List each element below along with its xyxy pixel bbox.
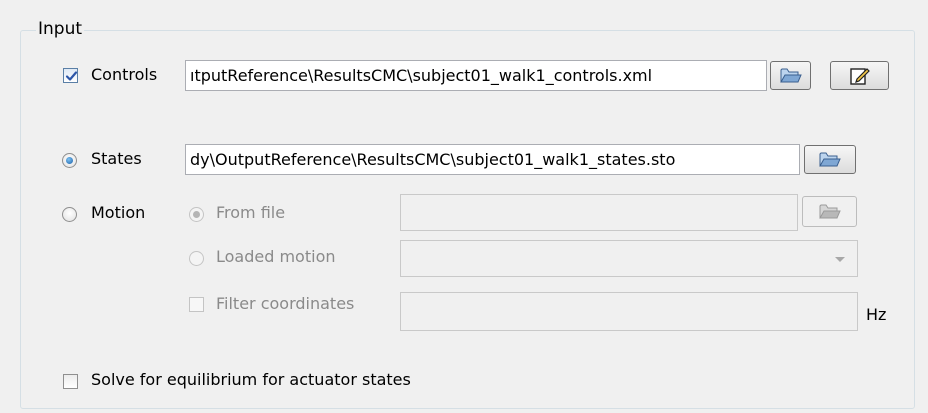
controls-checkbox[interactable] (63, 68, 78, 83)
folder-open-icon (818, 204, 841, 219)
controls-file-path: ıtputReference\ResultsCMC\subject01_walk… (190, 66, 653, 85)
equilibrium-checkbox[interactable] (63, 374, 78, 389)
states-file-path: dy\OutputReference\ResultsCMC\subject01_… (190, 150, 676, 169)
states-file-field[interactable]: dy\OutputReference\ResultsCMC\subject01_… (185, 144, 800, 175)
from-file-radio[interactable] (189, 207, 204, 222)
loaded-motion-select[interactable] (400, 240, 858, 277)
states-browse-button[interactable] (804, 145, 856, 174)
folder-open-icon (819, 152, 841, 167)
controls-browse-button[interactable] (770, 61, 811, 90)
motion-radio[interactable] (62, 207, 77, 222)
controls-file-field[interactable]: ıtputReference\ResultsCMC\subject01_walk… (185, 60, 767, 91)
loaded-motion-label: Loaded motion (216, 247, 336, 266)
chevron-down-icon (835, 257, 845, 262)
folder-open-icon (779, 68, 802, 83)
controls-edit-button[interactable] (830, 61, 889, 90)
controls-label: Controls (91, 65, 158, 84)
filter-frequency-field[interactable] (400, 292, 858, 331)
states-radio[interactable] (62, 153, 77, 168)
from-file-browse-button[interactable] (802, 196, 857, 227)
filter-coordinates-checkbox[interactable] (189, 297, 204, 312)
filter-coordinates-label: Filter coordinates (216, 294, 355, 313)
from-file-label: From file (216, 203, 286, 222)
input-group-legend: Input (36, 19, 85, 39)
states-label: States (91, 149, 142, 168)
from-file-field[interactable] (400, 194, 798, 231)
motion-label: Motion (91, 203, 146, 222)
checkmark-icon (65, 71, 78, 81)
loaded-motion-radio[interactable] (189, 251, 204, 266)
edit-icon (849, 67, 870, 85)
equilibrium-label: Solve for equilibrium for actuator state… (91, 370, 411, 389)
filter-unit-label: Hz (866, 305, 887, 324)
